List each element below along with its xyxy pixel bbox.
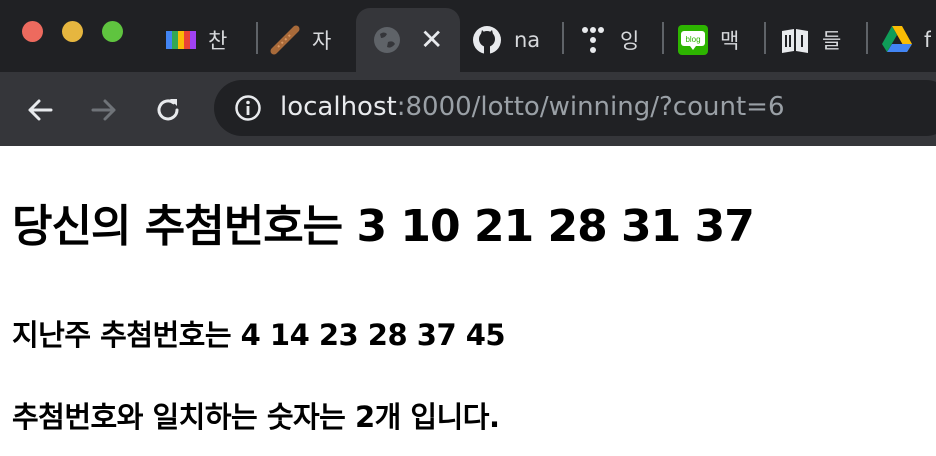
last-week-numbers-text: 지난주 추첨번호는 4 14 23 28 37 45 <box>12 318 506 352</box>
url-text[interactable]: localhost:8000/lotto/winning/?count=6 <box>280 92 784 122</box>
window-minimize-button[interactable] <box>62 21 83 42</box>
dots-icon <box>578 25 608 55</box>
tab-7[interactable]: 들 <box>780 8 868 72</box>
forward-button[interactable] <box>86 92 122 128</box>
tab-2[interactable]: 자 <box>270 8 356 72</box>
tab-separator <box>562 22 564 54</box>
close-tab-icon[interactable]: ✕ <box>420 26 443 54</box>
tab-2-title: 자 <box>312 29 332 53</box>
tab-8-title: f <box>924 28 932 52</box>
arrow-left-icon <box>28 99 53 121</box>
browser-toolbar: localhost:8000/lotto/winning/?count=6 <box>0 72 936 146</box>
drive-icon <box>882 25 912 55</box>
github-icon <box>472 25 502 55</box>
tab-1-title: 찬 <box>208 29 228 53</box>
tab-1[interactable]: 찬 <box>166 8 258 72</box>
window-close-button[interactable] <box>22 21 43 42</box>
blog-icon-text: blog <box>685 35 700 44</box>
window-zoom-button[interactable] <box>102 21 123 42</box>
tab-7-title: 들 <box>822 29 842 53</box>
tab-6-title: 맥 <box>720 29 740 53</box>
match-count-text: 추첨번호와 일치하는 숫자는 2개 입니다. <box>12 400 500 434</box>
back-button[interactable] <box>22 92 58 128</box>
rainbow-bar-icon <box>166 25 196 55</box>
arrow-right-icon <box>91 99 116 121</box>
tab-separator <box>662 22 664 54</box>
tab-separator <box>866 22 868 54</box>
reload-button[interactable] <box>150 92 186 128</box>
tab-4[interactable]: na <box>472 8 564 72</box>
tab-separator <box>764 22 766 54</box>
reload-icon <box>157 99 179 121</box>
tab-3-active[interactable]: ✕ <box>356 8 460 72</box>
info-icon[interactable] <box>234 94 262 122</box>
tab-5[interactable]: 잉 <box>578 8 664 72</box>
tab-8[interactable]: f <box>882 8 936 72</box>
address-bar[interactable]: localhost:8000/lotto/winning/?count=6 <box>214 80 936 136</box>
tab-6[interactable]: blog 맥 <box>678 8 766 72</box>
my-numbers-heading: 당신의 추첨번호는 3 10 21 28 31 37 <box>12 201 755 252</box>
tab-strip: 찬 자 ✕ na 잉 blog 맥 들 f <box>0 0 936 72</box>
url-host: localhost <box>280 92 397 122</box>
tab-4-title: na <box>514 28 541 52</box>
tab-separator <box>256 22 258 54</box>
book-icon <box>780 25 810 55</box>
url-path: :8000/lotto/winning/?count=6 <box>396 92 785 122</box>
brush-icon <box>270 25 300 55</box>
globe-icon <box>372 25 402 55</box>
page-content: 당신의 추첨번호는 3 10 21 28 31 37 지난주 추첨번호는 4 1… <box>0 146 936 456</box>
blog-icon: blog <box>678 25 708 55</box>
tab-5-title: 잉 <box>620 29 640 53</box>
